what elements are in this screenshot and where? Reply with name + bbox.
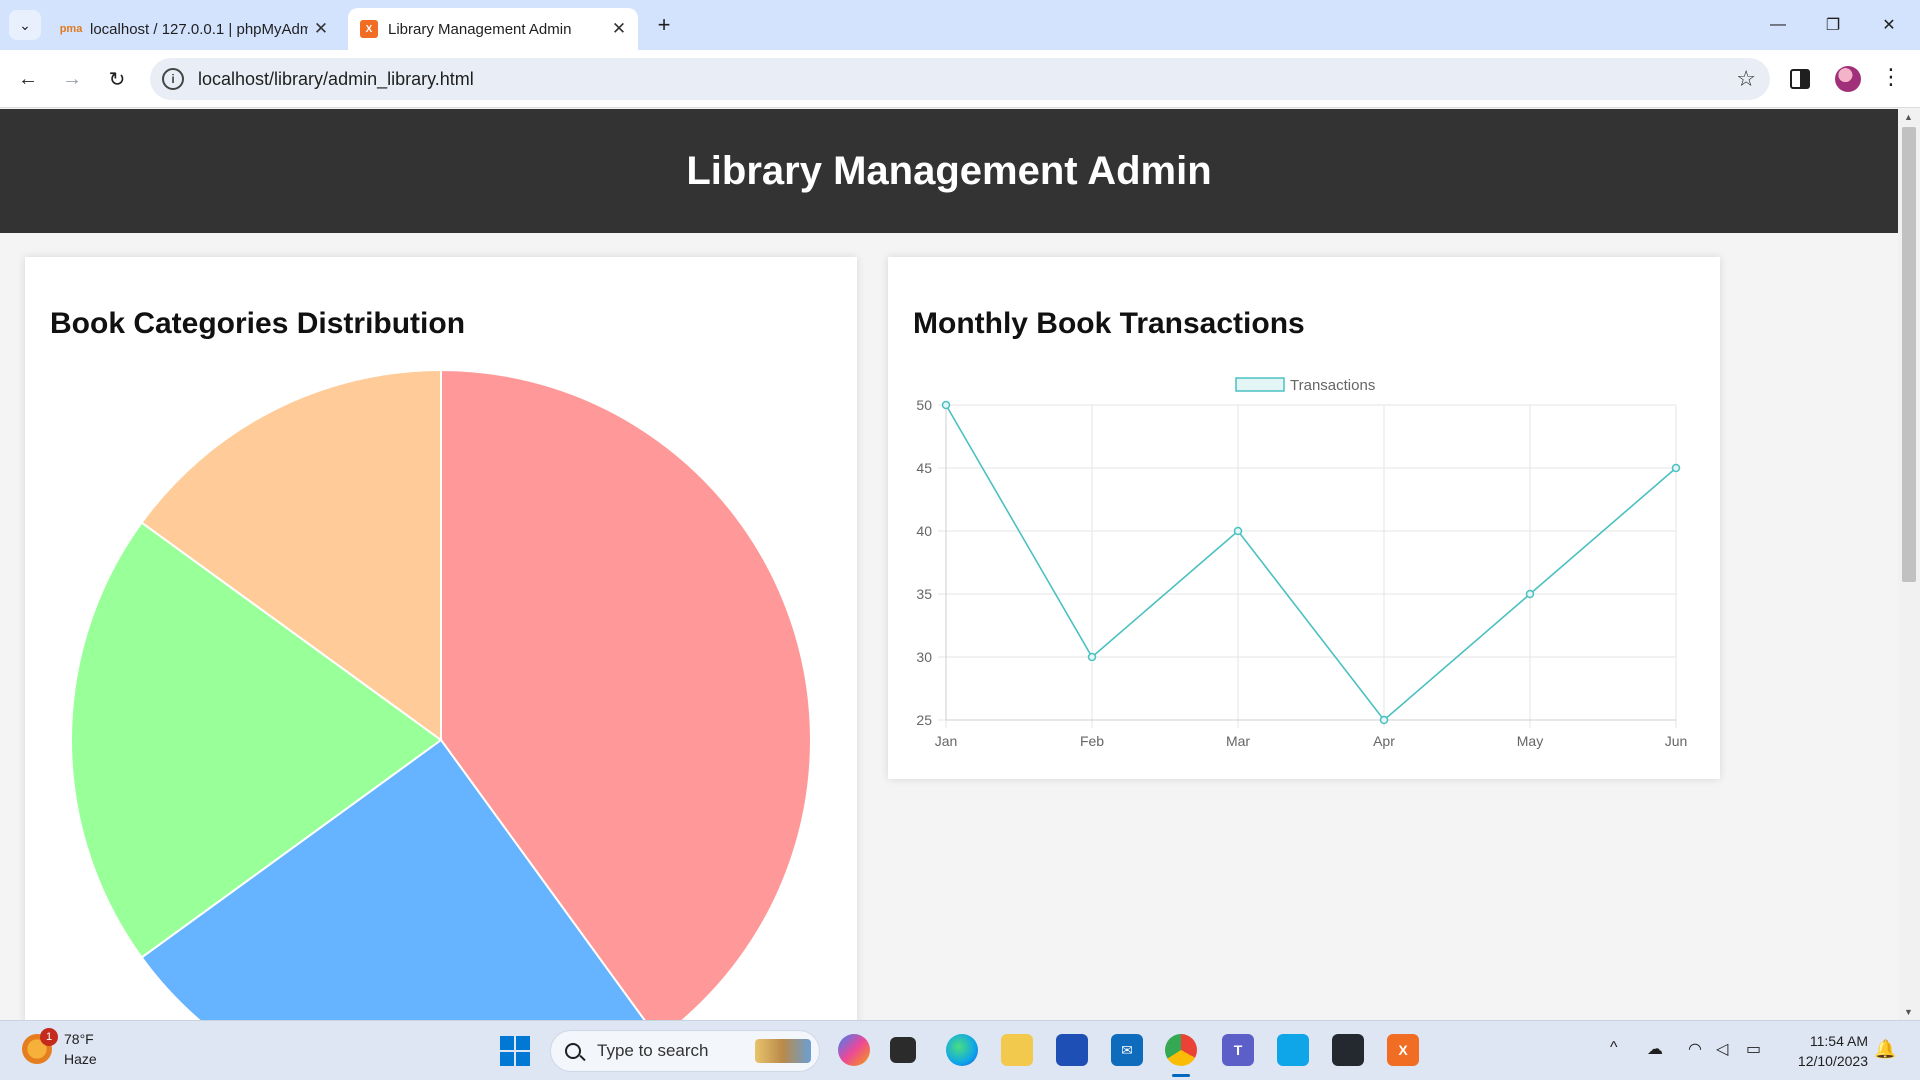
remote-desktop-icon[interactable] (1277, 1034, 1309, 1066)
search-placeholder: Type to search (597, 1041, 709, 1060)
weather-description: Haze (64, 1051, 97, 1067)
mail-icon[interactable]: ✉ (1111, 1034, 1143, 1066)
x-tick-label: Feb (1080, 733, 1104, 749)
search-highlight-image (755, 1039, 811, 1063)
y-tick-label: 35 (916, 586, 932, 602)
x-tick-label: Mar (1226, 733, 1250, 749)
restore-button[interactable]: ❐ (1813, 10, 1853, 40)
x-tick-label: Apr (1373, 733, 1395, 749)
url-text: localhost/library/admin_library.html (198, 68, 474, 89)
x-tick-label: May (1517, 733, 1543, 749)
bookmark-star-icon[interactable]: ☆ (1736, 66, 1756, 92)
close-window-button[interactable]: ✕ (1869, 10, 1909, 40)
data-point (1087, 652, 1097, 662)
series-line-transactions (945, 404, 1677, 722)
clock-date: 12/10/2023 (1797, 1053, 1868, 1069)
xampp-icon: X (360, 20, 378, 38)
active-app-indicator (1172, 1074, 1190, 1077)
tab-phpmyadmin[interactable]: pma localhost / 127.0.0.1 | phpMyAdmin ✕ (50, 8, 340, 50)
wifi-icon[interactable]: ◠ (1688, 1039, 1702, 1059)
system-clock[interactable]: 11:54 AM 12/10/2023 (1770, 1031, 1868, 1071)
y-tick-label: 40 (916, 523, 932, 539)
pma-icon: pma (59, 23, 83, 35)
scroll-thumb[interactable] (1902, 127, 1916, 582)
close-icon[interactable]: ✕ (606, 19, 632, 39)
x-tick-label: Jan (935, 733, 958, 749)
back-button[interactable]: ← (12, 63, 44, 95)
minimize-button[interactable]: — (1758, 10, 1798, 40)
new-tab-button[interactable]: + (648, 10, 680, 40)
edge-icon[interactable] (946, 1034, 978, 1066)
line-chart: Transactions 50 45 40 35 30 25Jan Feb Mar Apr May J… (916, 377, 1688, 749)
scroll-up-icon[interactable]: ▲ (1904, 112, 1913, 122)
chevron-up-icon[interactable]: ^ (1610, 1039, 1618, 1057)
page-scrollbar[interactable]: ▲ ▼ (1898, 109, 1920, 1020)
onedrive-icon[interactable]: ☁ (1647, 1039, 1663, 1059)
data-point (1379, 715, 1389, 725)
side-panel-icon[interactable] (1790, 69, 1810, 89)
data-point (1671, 463, 1681, 473)
scroll-down-icon[interactable]: ▼ (1904, 1007, 1913, 1017)
y-tick-label: 25 (916, 712, 932, 728)
task-view-icon[interactable] (890, 1037, 916, 1063)
taskbar-search[interactable]: Type to search (550, 1030, 820, 1072)
windows-taskbar: 1 78°F Haze Type to search ✉ T X ^ ☁ ◠ ◁… (0, 1020, 1920, 1080)
browser-tab-bar: ⌄ pma localhost / 127.0.0.1 | phpMyAdmin… (0, 0, 1920, 50)
weather-icon: 1 (22, 1028, 58, 1064)
close-icon[interactable]: ✕ (308, 19, 334, 39)
line-chart-card: Monthly Book Transactions Transactions 50… (888, 257, 1720, 779)
tab-library-admin[interactable]: X Library Management Admin ✕ (348, 8, 638, 50)
y-tick-label: 45 (916, 460, 932, 476)
y-tick-label: 30 (916, 649, 932, 665)
x-tick-label: Jun (1665, 733, 1688, 749)
battery-icon[interactable]: ▭ (1746, 1039, 1761, 1059)
legend-label: Transactions (1290, 377, 1375, 394)
store-icon[interactable] (1056, 1034, 1088, 1066)
y-tick-label: 50 (916, 397, 932, 413)
volume-icon[interactable]: ◁ (1716, 1039, 1728, 1059)
pie-chart-card: Book Categories Distribution FictionNon-… (25, 257, 857, 1020)
notification-badge: 1 (40, 1028, 58, 1046)
tab-search-button[interactable]: ⌄ (9, 10, 41, 40)
page-viewport: Library Management Admin Book Categories… (0, 109, 1898, 1020)
menu-icon[interactable]: ⋮ (1880, 64, 1902, 90)
teams-icon[interactable]: T (1222, 1034, 1254, 1066)
profile-avatar[interactable] (1835, 66, 1861, 92)
file-explorer-icon[interactable] (1001, 1034, 1033, 1066)
copilot-icon[interactable] (838, 1034, 870, 1066)
address-bar[interactable]: i localhost/library/admin_library.html ☆ (150, 58, 1770, 100)
tab-title: Library Management Admin (388, 20, 572, 38)
page-title: Library Management Admin (686, 148, 1212, 193)
start-button[interactable] (500, 1036, 530, 1066)
legend-swatch (1235, 377, 1285, 392)
reload-button[interactable]: ↻ (101, 63, 133, 95)
search-icon (565, 1043, 581, 1059)
chrome-icon[interactable] (1165, 1034, 1197, 1066)
weather-widget[interactable]: 1 78°F Haze (22, 1028, 97, 1069)
data-point (1233, 526, 1243, 536)
tab-title: localhost / 127.0.0.1 | phpMyAdmin (90, 20, 308, 38)
browser-toolbar: ← → ↻ i localhost/library/admin_library.… (0, 50, 1920, 108)
forward-button[interactable]: → (56, 63, 88, 95)
site-info-icon[interactable]: i (162, 68, 184, 90)
pie-chart: FictionNon-FictionScienceHistory (70, 368, 812, 1020)
notification-bell-icon[interactable]: 🔔 (1874, 1039, 1896, 1060)
page-header: Library Management Admin (0, 109, 1898, 233)
weather-temperature: 78°F (64, 1031, 94, 1047)
github-icon[interactable] (1332, 1034, 1364, 1066)
data-point (941, 400, 951, 410)
xampp-icon[interactable]: X (1387, 1034, 1419, 1066)
clock-time: 11:54 AM (1809, 1033, 1868, 1049)
data-point (1525, 589, 1535, 599)
